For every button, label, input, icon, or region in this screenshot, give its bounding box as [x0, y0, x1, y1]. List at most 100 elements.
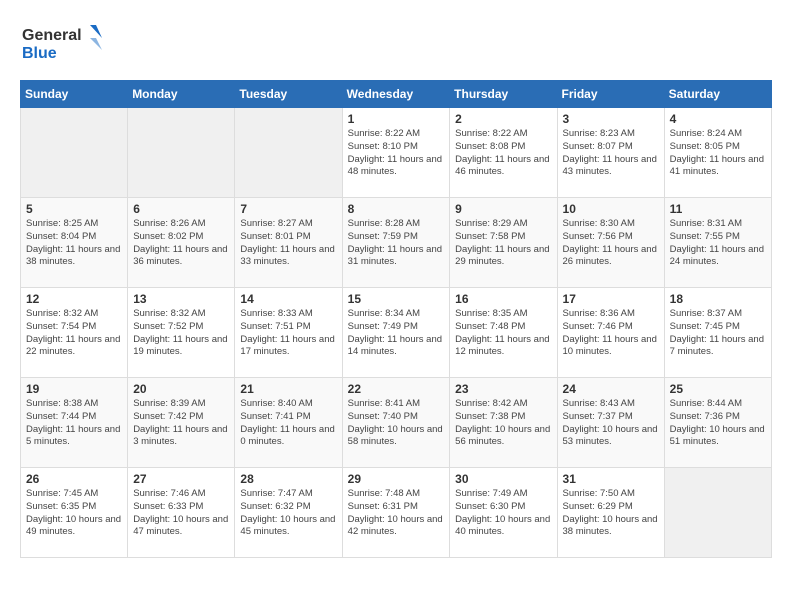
- day-info: Sunrise: 8:29 AM Sunset: 7:58 PM Dayligh…: [455, 218, 551, 269]
- day-number: 27: [133, 472, 229, 486]
- day-info: Sunrise: 8:22 AM Sunset: 8:10 PM Dayligh…: [348, 128, 445, 179]
- calendar-day-cell: [21, 108, 128, 198]
- weekday-header: Friday: [557, 81, 664, 108]
- day-number: 3: [563, 112, 659, 126]
- day-number: 2: [455, 112, 551, 126]
- day-info: Sunrise: 8:30 AM Sunset: 7:56 PM Dayligh…: [563, 218, 659, 269]
- calendar-week-row: 26 Sunrise: 7:45 AM Sunset: 6:35 PM Dayli…: [21, 468, 772, 558]
- calendar-day-cell: 22 Sunrise: 8:41 AM Sunset: 7:40 PM Dayli…: [342, 378, 450, 468]
- calendar-day-cell: 16 Sunrise: 8:35 AM Sunset: 7:48 PM Dayli…: [450, 288, 557, 378]
- day-info: Sunrise: 8:33 AM Sunset: 7:51 PM Dayligh…: [240, 308, 336, 359]
- calendar-day-cell: [128, 108, 235, 198]
- calendar-day-cell: 17 Sunrise: 8:36 AM Sunset: 7:46 PM Dayli…: [557, 288, 664, 378]
- weekday-header: Sunday: [21, 81, 128, 108]
- calendar-day-cell: 30Sunrise: 7:49 AM Sunset: 6:30 PM Dayli…: [450, 468, 557, 558]
- calendar-day-cell: [664, 468, 771, 558]
- day-number: 7: [240, 202, 336, 216]
- calendar-week-row: 12 Sunrise: 8:32 AM Sunset: 7:54 PM Dayli…: [21, 288, 772, 378]
- day-number: 23: [455, 382, 551, 396]
- calendar-week-row: 1Sunrise: 8:22 AM Sunset: 8:10 PM Daylig…: [21, 108, 772, 198]
- day-info: Sunrise: 7:50 AM Sunset: 6:29 PM Dayligh…: [563, 488, 659, 539]
- calendar-week-row: 5 Sunrise: 8:25 AM Sunset: 8:04 PM Daylig…: [21, 198, 772, 288]
- calendar-day-cell: 29 Sunrise: 7:48 AM Sunset: 6:31 PM Dayli…: [342, 468, 450, 558]
- day-number: 17: [563, 292, 659, 306]
- day-info: Sunrise: 8:24 AM Sunset: 8:05 PM Dayligh…: [670, 128, 766, 179]
- calendar-day-cell: 1Sunrise: 8:22 AM Sunset: 8:10 PM Daylig…: [342, 108, 450, 198]
- calendar-day-cell: 7 Sunrise: 8:27 AM Sunset: 8:01 PM Daylig…: [235, 198, 342, 288]
- logo-svg: GeneralBlue: [20, 20, 110, 64]
- day-number: 26: [26, 472, 122, 486]
- svg-text:General: General: [22, 27, 82, 44]
- day-info: Sunrise: 8:27 AM Sunset: 8:01 PM Dayligh…: [240, 218, 336, 269]
- weekday-header: Thursday: [450, 81, 557, 108]
- calendar-day-cell: 5 Sunrise: 8:25 AM Sunset: 8:04 PM Daylig…: [21, 198, 128, 288]
- day-info: Sunrise: 8:26 AM Sunset: 8:02 PM Dayligh…: [133, 218, 229, 269]
- day-number: 14: [240, 292, 336, 306]
- day-number: 4: [670, 112, 766, 126]
- day-number: 19: [26, 382, 122, 396]
- calendar-header-row: SundayMondayTuesdayWednesdayThursdayFrid…: [21, 81, 772, 108]
- calendar-day-cell: 24 Sunrise: 8:43 AM Sunset: 7:37 PM Dayli…: [557, 378, 664, 468]
- calendar-day-cell: 28Sunrise: 7:47 AM Sunset: 6:32 PM Dayli…: [235, 468, 342, 558]
- day-info: Sunrise: 7:49 AM Sunset: 6:30 PM Dayligh…: [455, 488, 551, 539]
- day-number: 21: [240, 382, 336, 396]
- weekday-header: Monday: [128, 81, 235, 108]
- day-info: Sunrise: 8:39 AM Sunset: 7:42 PM Dayligh…: [133, 398, 229, 449]
- day-info: Sunrise: 8:40 AM Sunset: 7:41 PM Dayligh…: [240, 398, 336, 449]
- day-info: Sunrise: 8:23 AM Sunset: 8:07 PM Dayligh…: [563, 128, 659, 179]
- weekday-header: Wednesday: [342, 81, 450, 108]
- logo: GeneralBlue: [20, 20, 110, 64]
- calendar-day-cell: 3 Sunrise: 8:23 AM Sunset: 8:07 PM Daylig…: [557, 108, 664, 198]
- calendar-week-row: 19 Sunrise: 8:38 AM Sunset: 7:44 PM Dayli…: [21, 378, 772, 468]
- day-number: 8: [348, 202, 445, 216]
- day-number: 6: [133, 202, 229, 216]
- day-number: 20: [133, 382, 229, 396]
- weekday-header: Tuesday: [235, 81, 342, 108]
- day-info: Sunrise: 8:32 AM Sunset: 7:54 PM Dayligh…: [26, 308, 122, 359]
- day-number: 22: [348, 382, 445, 396]
- calendar-day-cell: 8 Sunrise: 8:28 AM Sunset: 7:59 PM Daylig…: [342, 198, 450, 288]
- day-number: 15: [348, 292, 445, 306]
- day-info: Sunrise: 8:28 AM Sunset: 7:59 PM Dayligh…: [348, 218, 445, 269]
- day-number: 24: [563, 382, 659, 396]
- day-number: 31: [563, 472, 659, 486]
- calendar-table: SundayMondayTuesdayWednesdayThursdayFrid…: [20, 80, 772, 558]
- page-header: GeneralBlue: [20, 20, 772, 64]
- day-info: Sunrise: 8:41 AM Sunset: 7:40 PM Dayligh…: [348, 398, 445, 449]
- day-info: Sunrise: 7:46 AM Sunset: 6:33 PM Dayligh…: [133, 488, 229, 539]
- calendar-day-cell: 15 Sunrise: 8:34 AM Sunset: 7:49 PM Dayli…: [342, 288, 450, 378]
- day-info: Sunrise: 8:22 AM Sunset: 8:08 PM Dayligh…: [455, 128, 551, 179]
- day-number: 9: [455, 202, 551, 216]
- calendar-day-cell: 23 Sunrise: 8:42 AM Sunset: 7:38 PM Dayli…: [450, 378, 557, 468]
- calendar-day-cell: 21 Sunrise: 8:40 AM Sunset: 7:41 PM Dayli…: [235, 378, 342, 468]
- calendar-day-cell: 25Sunrise: 8:44 AM Sunset: 7:36 PM Dayli…: [664, 378, 771, 468]
- calendar-day-cell: 27 Sunrise: 7:46 AM Sunset: 6:33 PM Dayli…: [128, 468, 235, 558]
- calendar-day-cell: 2 Sunrise: 8:22 AM Sunset: 8:08 PM Daylig…: [450, 108, 557, 198]
- calendar-day-cell: 12 Sunrise: 8:32 AM Sunset: 7:54 PM Dayli…: [21, 288, 128, 378]
- calendar-day-cell: 18 Sunrise: 8:37 AM Sunset: 7:45 PM Dayli…: [664, 288, 771, 378]
- day-info: Sunrise: 8:32 AM Sunset: 7:52 PM Dayligh…: [133, 308, 229, 359]
- day-info: Sunrise: 8:43 AM Sunset: 7:37 PM Dayligh…: [563, 398, 659, 449]
- day-info: Sunrise: 8:36 AM Sunset: 7:46 PM Dayligh…: [563, 308, 659, 359]
- calendar-day-cell: 31 Sunrise: 7:50 AM Sunset: 6:29 PM Dayli…: [557, 468, 664, 558]
- day-info: Sunrise: 8:42 AM Sunset: 7:38 PM Dayligh…: [455, 398, 551, 449]
- day-number: 10: [563, 202, 659, 216]
- day-info: Sunrise: 8:35 AM Sunset: 7:48 PM Dayligh…: [455, 308, 551, 359]
- day-number: 16: [455, 292, 551, 306]
- day-info: Sunrise: 8:38 AM Sunset: 7:44 PM Dayligh…: [26, 398, 122, 449]
- day-number: 18: [670, 292, 766, 306]
- day-info: Sunrise: 7:45 AM Sunset: 6:35 PM Dayligh…: [26, 488, 122, 539]
- day-info: Sunrise: 8:31 AM Sunset: 7:55 PM Dayligh…: [670, 218, 766, 269]
- day-number: 29: [348, 472, 445, 486]
- calendar-day-cell: 13Sunrise: 8:32 AM Sunset: 7:52 PM Dayli…: [128, 288, 235, 378]
- calendar-day-cell: 20 Sunrise: 8:39 AM Sunset: 7:42 PM Dayli…: [128, 378, 235, 468]
- day-info: Sunrise: 8:25 AM Sunset: 8:04 PM Dayligh…: [26, 218, 122, 269]
- day-info: Sunrise: 7:48 AM Sunset: 6:31 PM Dayligh…: [348, 488, 445, 539]
- day-number: 12: [26, 292, 122, 306]
- day-number: 11: [670, 202, 766, 216]
- day-number: 5: [26, 202, 122, 216]
- day-info: Sunrise: 8:34 AM Sunset: 7:49 PM Dayligh…: [348, 308, 445, 359]
- calendar-day-cell: 6 Sunrise: 8:26 AM Sunset: 8:02 PM Daylig…: [128, 198, 235, 288]
- day-info: Sunrise: 8:37 AM Sunset: 7:45 PM Dayligh…: [670, 308, 766, 359]
- calendar-day-cell: 26 Sunrise: 7:45 AM Sunset: 6:35 PM Dayli…: [21, 468, 128, 558]
